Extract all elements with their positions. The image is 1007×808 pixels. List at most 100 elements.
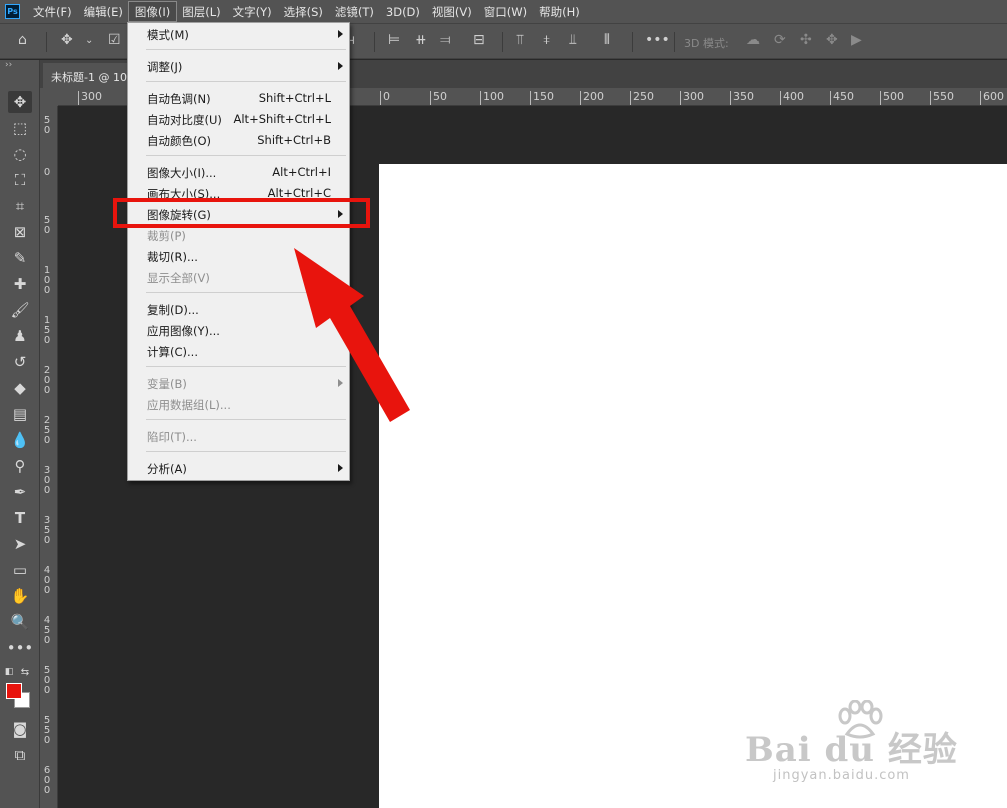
pen-tool-icon[interactable]: ✒: [8, 481, 32, 503]
camera-3d-icon: ▶: [851, 32, 862, 48]
distribute-icon[interactable]: ⊟: [473, 32, 485, 48]
photoshop-logo: Ps: [5, 4, 20, 19]
submenu-arrow-icon: [338, 464, 343, 472]
ruler-label: 6 0 0: [43, 765, 51, 796]
align-left-icon[interactable]: ⊨: [388, 32, 400, 48]
dodge-tool-icon[interactable]: ⚲: [8, 455, 32, 477]
menu-item-auto-tone[interactable]: 自动色调(N) Shift+Ctrl+L: [128, 88, 349, 109]
default-colors-icon[interactable]: ◧: [2, 661, 16, 683]
divider: [374, 32, 375, 52]
menu-window[interactable]: 窗口(W): [478, 2, 533, 21]
slide-3d-icon: ✥: [826, 32, 838, 48]
swap-colors-icon[interactable]: ⇆: [18, 661, 32, 683]
ruler-label: 450: [830, 91, 854, 105]
align-center-icon[interactable]: ⧺: [415, 32, 427, 48]
marquee-tool-icon[interactable]: ⬚: [8, 117, 32, 139]
menu-filter[interactable]: 滤镜(T): [329, 2, 380, 21]
menu-file[interactable]: 文件(F): [27, 2, 78, 21]
orbit-3d-icon: ☁: [746, 32, 760, 48]
3d-mode-label: 3D 模式:: [684, 37, 729, 50]
ruler-label: 100: [480, 91, 504, 105]
ruler-label: 250: [630, 91, 654, 105]
menu-item-analysis[interactable]: 分析(A): [128, 458, 349, 479]
divider: [674, 32, 675, 52]
blur-tool-icon[interactable]: 💧: [8, 429, 32, 451]
healing-brush-icon[interactable]: ✚: [8, 273, 32, 295]
ruler-label: 4 5 0: [43, 615, 51, 646]
history-brush-icon[interactable]: ↺: [8, 351, 32, 373]
menu-item-auto-contrast[interactable]: 自动对比度(U) Alt+Shift+Ctrl+L: [128, 109, 349, 130]
annotation-highlight-box: [113, 198, 370, 228]
align-right-icon[interactable]: ⫤: [440, 32, 451, 48]
move-tool-icon[interactable]: ✥: [61, 32, 73, 48]
tools-panel: ›› ✥ ⬚ ◌ ⛶ ⌗ ⊠ ✎ ✚ 🖌 ♟ ↺ ◆ ▤ 💧 ⚲ ✒ T ➤ ▭…: [0, 60, 40, 808]
divider: [502, 32, 503, 52]
menu-view[interactable]: 视图(V): [426, 2, 478, 21]
menu-help[interactable]: 帮助(H): [533, 2, 586, 21]
frame-tool-icon[interactable]: ⊠: [8, 221, 32, 243]
menu-divider: [146, 451, 346, 452]
watermark-brand: Bai du 经验: [745, 730, 958, 770]
pan-3d-icon: ✣: [800, 32, 812, 48]
ruler-label: 4 0 0: [43, 565, 51, 596]
rectangle-tool-icon[interactable]: ▭: [8, 559, 32, 581]
brush-tool-icon[interactable]: 🖌: [8, 299, 32, 321]
ruler-corner: [40, 88, 58, 106]
photoshop-window: Ps 文件(F) 编辑(E) 图像(I) 图层(L) 文字(Y) 选择(S) 滤…: [0, 0, 1007, 808]
menu-divider: [146, 155, 346, 156]
menu-bar: Ps 文件(F) 编辑(E) 图像(I) 图层(L) 文字(Y) 选择(S) 滤…: [0, 0, 1007, 23]
type-tool-icon[interactable]: T: [8, 507, 32, 529]
clone-stamp-icon[interactable]: ♟: [8, 325, 32, 347]
ruler-label: 2 0 0: [43, 365, 51, 396]
foreground-color-swatch[interactable]: [6, 683, 22, 699]
path-select-icon[interactable]: ➤: [8, 533, 32, 555]
crop-tool-icon[interactable]: ⌗: [8, 195, 32, 217]
ruler-label: 200: [580, 91, 604, 105]
zoom-tool-icon[interactable]: 🔍: [8, 611, 32, 633]
hand-tool-icon[interactable]: ✋: [8, 585, 32, 607]
auto-select-checkbox[interactable]: ☑: [108, 32, 121, 48]
ruler-label: 3 0 0: [43, 465, 51, 496]
ruler-label: 1 0 0: [43, 265, 51, 296]
roll-3d-icon: ⟳: [774, 32, 786, 48]
baidu-watermark: Bai du 经验 jingyan.baidu.com: [745, 700, 1007, 800]
ruler-label: 600: [980, 91, 1004, 105]
edit-toolbar-icon[interactable]: •••: [7, 637, 34, 659]
eyedropper-tool-icon[interactable]: ✎: [8, 247, 32, 269]
object-select-tool-icon[interactable]: ⛶: [8, 169, 32, 191]
ruler-label: 3 5 0: [43, 515, 51, 546]
menu-type[interactable]: 文字(Y): [227, 2, 278, 21]
ruler-label: 300: [680, 91, 704, 105]
menu-item-image-size[interactable]: 图像大小(I)... Alt+Ctrl+I: [128, 162, 349, 183]
home-icon[interactable]: ⌂: [18, 32, 27, 48]
screen-mode-icon[interactable]: ⧉: [8, 744, 32, 766]
align-bottom-icon[interactable]: ⫫: [569, 32, 577, 48]
menu-divider: [146, 49, 346, 50]
chevron-down-icon[interactable]: ⌄: [85, 35, 93, 46]
menu-3d[interactable]: 3D(D): [380, 2, 426, 21]
menu-edit[interactable]: 编辑(E): [78, 2, 129, 21]
menu-divider: [146, 81, 346, 82]
ruler-label: 550: [930, 91, 954, 105]
align-middle-icon[interactable]: ⧧: [543, 32, 550, 48]
menu-item-auto-color[interactable]: 自动颜色(O) Shift+Ctrl+B: [128, 130, 349, 151]
document-tab[interactable]: 未标题-1 @ 10: [43, 63, 131, 88]
eraser-tool-icon[interactable]: ◆: [8, 377, 32, 399]
move-tool-icon[interactable]: ✥: [8, 91, 32, 113]
quick-mask-icon[interactable]: ◙: [8, 718, 32, 740]
ruler-label: 400: [780, 91, 804, 105]
lasso-tool-icon[interactable]: ◌: [8, 143, 32, 165]
align-top-icon[interactable]: ⫪: [516, 32, 524, 48]
menu-layer[interactable]: 图层(L): [176, 2, 226, 21]
divider: [632, 32, 633, 52]
menu-item-mode[interactable]: 模式(M): [128, 24, 349, 45]
collapse-icon[interactable]: ››: [0, 60, 39, 72]
menu-item-adjustments[interactable]: 调整(J): [128, 56, 349, 77]
menu-select[interactable]: 选择(S): [278, 2, 329, 21]
gradient-tool-icon[interactable]: ▤: [8, 403, 32, 425]
more-options-icon[interactable]: •••: [645, 32, 670, 48]
menu-image[interactable]: 图像(I): [127, 1, 178, 22]
distribute-vertical-icon[interactable]: ⫴: [604, 32, 610, 48]
divider: [46, 32, 47, 52]
watermark-url: jingyan.baidu.com: [773, 768, 910, 783]
